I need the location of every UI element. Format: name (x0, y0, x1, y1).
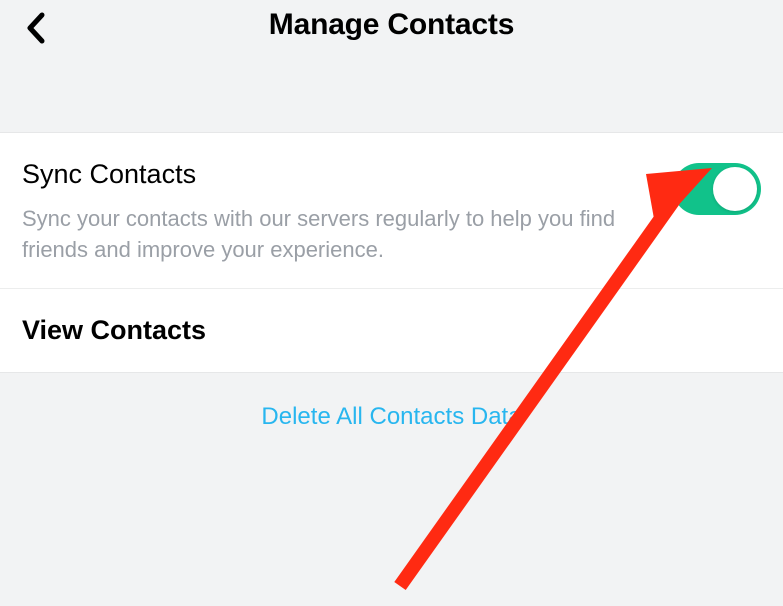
chevron-left-icon (25, 12, 47, 44)
view-contacts-row[interactable]: View Contacts (0, 289, 783, 372)
header: Manage Contacts (0, 0, 783, 66)
header-gap (0, 66, 783, 132)
delete-row: Delete All Contacts Data (0, 373, 783, 461)
toggle-knob (713, 167, 757, 211)
sync-contacts-row: Sync Contacts Sync your contacts with ou… (0, 133, 783, 289)
sync-text-block: Sync Contacts Sync your contacts with ou… (22, 159, 673, 266)
settings-section: Sync Contacts Sync your contacts with ou… (0, 132, 783, 373)
back-button[interactable] (18, 10, 54, 46)
sync-contacts-title: Sync Contacts (22, 159, 661, 190)
view-contacts-title: View Contacts (22, 315, 761, 346)
delete-all-contacts-link[interactable]: Delete All Contacts Data (261, 403, 521, 430)
sync-contacts-description: Sync your contacts with our servers regu… (22, 204, 661, 266)
sync-contacts-toggle[interactable] (673, 163, 761, 215)
page-title: Manage Contacts (18, 8, 765, 42)
